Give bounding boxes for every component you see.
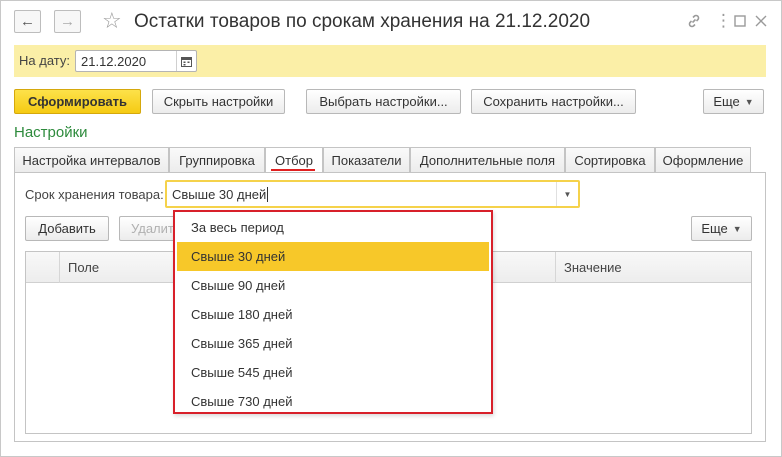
dropdown-arrow-icon[interactable]: ▼ — [556, 182, 578, 206]
more-label: Еще — [713, 94, 740, 109]
generate-button[interactable]: Сформировать — [14, 89, 141, 114]
tab-additional-fields[interactable]: Дополнительные поля — [410, 147, 565, 172]
table-header-check-column — [26, 252, 60, 283]
page-title: Остатки товаров по срокам хранения на 21… — [134, 11, 591, 32]
table-more-button[interactable]: Еще ▼ — [691, 216, 752, 241]
storage-period-label: Срок хранения товара: — [25, 187, 164, 202]
date-label: На дату: — [19, 53, 70, 68]
date-parameter-bar: На дату: 21.12.2020 — [14, 45, 766, 77]
dropdown-option[interactable]: Свыше 180 дней — [177, 300, 489, 329]
add-button[interactable]: Добавить — [25, 216, 109, 241]
forward-button[interactable]: → — [54, 10, 81, 33]
dropdown-option[interactable]: Свыше 90 дней — [177, 271, 489, 300]
choose-settings-button[interactable]: Выбрать настройки... — [306, 89, 461, 114]
dropdown-option[interactable]: Свыше 365 дней — [177, 329, 489, 358]
tab-indicators[interactable]: Показатели — [323, 147, 410, 172]
chevron-down-icon: ▼ — [732, 223, 742, 234]
storage-period-dropdown: За весь период Свыше 30 дней Свыше 90 дн… — [173, 210, 493, 414]
column-header-value[interactable]: Значение — [564, 260, 622, 275]
table-more-label: Еще — [701, 221, 728, 236]
star-icon[interactable]: ☆ — [102, 9, 122, 33]
settings-title: Настройки — [14, 124, 88, 141]
arrow-right-icon: → — [60, 13, 75, 30]
dropdown-option[interactable]: Свыше 730 дней — [177, 387, 489, 416]
date-value: 21.12.2020 — [81, 54, 147, 69]
storage-period-select[interactable]: Свыше 30 дней ▼ — [165, 180, 580, 208]
dropdown-option[interactable]: Свыше 545 дней — [177, 358, 489, 387]
column-header-field[interactable]: Поле — [68, 260, 99, 275]
arrow-left-icon: ← — [20, 13, 35, 30]
tab-intervals[interactable]: Настройка интервалов — [14, 147, 169, 172]
tab-appearance[interactable]: Оформление — [655, 147, 751, 172]
calendar-icon[interactable] — [176, 51, 196, 71]
save-settings-button[interactable]: Сохранить настройки... — [471, 89, 636, 114]
date-input[interactable]: 21.12.2020 — [75, 50, 197, 72]
dropdown-option[interactable]: За весь период — [177, 213, 489, 242]
more-vertical-icon[interactable]: ⋮ — [715, 9, 732, 33]
report-window: ← → ☆ Остатки товаров по срокам хранения… — [0, 0, 782, 457]
tab-grouping[interactable]: Группировка — [169, 147, 265, 172]
tab-sorting[interactable]: Сортировка — [565, 147, 655, 172]
active-tab-highlight — [271, 169, 315, 171]
link-icon[interactable] — [686, 9, 702, 36]
dropdown-option-selected[interactable]: Свыше 30 дней — [177, 242, 489, 271]
hide-settings-button[interactable]: Скрыть настройки — [152, 89, 285, 114]
chevron-down-icon: ▼ — [744, 96, 754, 107]
delete-button[interactable]: Удалит — [119, 216, 179, 241]
close-icon[interactable] — [755, 9, 767, 34]
maximize-icon[interactable] — [734, 9, 746, 34]
back-button[interactable]: ← — [14, 10, 41, 33]
storage-period-value: Свыше 30 дней — [172, 187, 269, 202]
more-button[interactable]: Еще ▼ — [703, 89, 764, 114]
